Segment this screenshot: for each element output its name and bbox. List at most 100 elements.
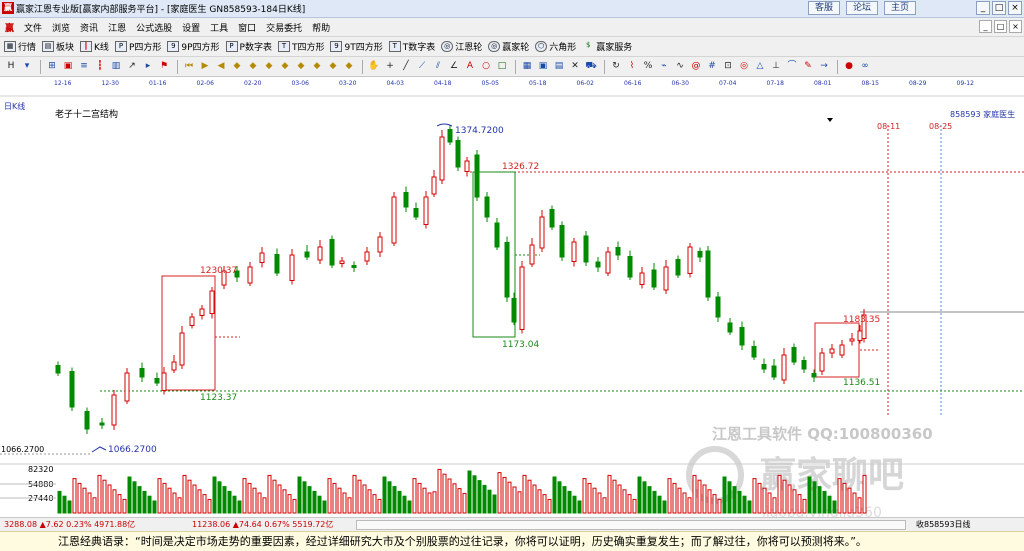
tool-gann-wheel[interactable]: ◎ 江恩轮 xyxy=(441,40,482,53)
measure-icon[interactable]: ⊥ xyxy=(769,60,783,74)
tool-p-square[interactable]: P P四方形 xyxy=(114,40,161,53)
tool-t-table[interactable]: T T数字表 xyxy=(388,40,435,53)
ray-icon[interactable]: → xyxy=(817,60,831,74)
pen-icon[interactable]: ✎ xyxy=(801,60,815,74)
link-home[interactable]: 主页 xyxy=(884,1,917,15)
menu-help[interactable]: 帮助 xyxy=(307,21,335,34)
volume-bar xyxy=(182,474,187,514)
tool-kline[interactable]: ┃ K线 xyxy=(80,40,109,53)
ellipse-icon[interactable]: ◎ xyxy=(737,60,751,74)
menu-trade[interactable]: 交易委托 xyxy=(261,21,307,34)
mark-tool-icon[interactable]: ▣ xyxy=(61,60,75,74)
chart-tool-icon[interactable]: ▥ xyxy=(109,60,123,74)
volume-bar xyxy=(267,474,272,514)
speed-icon[interactable]: ⌁ xyxy=(657,60,671,74)
date-tick: 09-12 xyxy=(957,80,975,87)
menu-tools[interactable]: 工具 xyxy=(205,21,233,34)
tool-label: K线 xyxy=(94,43,109,53)
circle-icon[interactable]: ○ xyxy=(479,60,493,74)
tool-sector[interactable]: ▤ 板块 xyxy=(42,40,74,53)
link-forum[interactable]: 论坛 xyxy=(846,1,879,15)
diamond-icon[interactable]: ◆ xyxy=(342,60,356,74)
bars-tool-icon[interactable]: ┇ xyxy=(93,60,107,74)
tool-hexagon[interactable]: ⬡ 六角形 xyxy=(535,40,576,53)
fan-icon[interactable]: ⟋ xyxy=(415,60,429,74)
volume-bar xyxy=(327,478,332,514)
volume-bar xyxy=(497,472,502,514)
diamond-icon[interactable]: ◆ xyxy=(246,60,260,74)
chart-area[interactable]: 12-16 12-30 01-16 02-06 02-20 03-06 03-20 04-03… xyxy=(0,77,1024,521)
line-icon[interactable]: ╱ xyxy=(399,60,413,74)
menu-gann[interactable]: 江恩 xyxy=(103,21,131,34)
minimize-icon[interactable]: _ xyxy=(976,1,990,15)
tool-p-table[interactable]: P P数字表 xyxy=(225,40,272,53)
cycle-icon[interactable]: ↻ xyxy=(609,60,623,74)
box-icon[interactable]: ⊡ xyxy=(721,60,735,74)
save-icon[interactable]: ▣ xyxy=(536,60,550,74)
date-tick: 05-18 xyxy=(529,80,547,87)
mdi-restore-icon[interactable]: □ xyxy=(994,20,1007,33)
color-icon[interactable]: ● xyxy=(842,60,856,74)
first-icon[interactable]: ⏮ xyxy=(182,60,196,74)
text-icon[interactable]: A xyxy=(463,60,477,74)
expand-icon[interactable]: ▸ xyxy=(141,60,155,74)
diamond-icon[interactable]: ◆ xyxy=(294,60,308,74)
menu-window[interactable]: 窗口 xyxy=(233,21,261,34)
back-icon[interactable]: ◀ xyxy=(214,60,228,74)
tool-winner-wheel[interactable]: ◎ 赢家轮 xyxy=(488,40,529,53)
mdi-close-icon[interactable]: × xyxy=(1009,20,1022,33)
date-tick: 02-20 xyxy=(244,80,262,87)
link-service[interactable]: 客服 xyxy=(808,1,841,15)
diamond-icon[interactable]: ◆ xyxy=(278,60,292,74)
tri-icon[interactable]: △ xyxy=(753,60,767,74)
tool-label: 六角形 xyxy=(549,43,577,53)
sz-index[interactable]: 11238.06 ▲74.64 0.67% 5519.72亿 xyxy=(192,519,333,530)
truck-icon[interactable]: ⛟ xyxy=(584,60,598,74)
tool-9t-square[interactable]: 9 9T四方形 xyxy=(330,40,383,53)
tool-service[interactable]: $ 赢家服务 xyxy=(582,40,632,53)
mdi-minimize-icon[interactable]: _ xyxy=(979,20,992,33)
gann-grid-icon[interactable]: # xyxy=(705,60,719,74)
fib-icon[interactable]: ⌇ xyxy=(625,60,639,74)
grid-tool-icon[interactable]: ⊞ xyxy=(45,60,59,74)
channel-icon[interactable]: ⫽ xyxy=(431,60,445,74)
table-icon[interactable]: ▦ xyxy=(520,60,534,74)
wave-icon[interactable]: ∿ xyxy=(673,60,687,74)
dropdown-icon[interactable]: ▾ xyxy=(20,60,34,74)
menu-file[interactable]: 文件 xyxy=(19,21,47,34)
cursor-tool-icon[interactable]: H xyxy=(4,60,18,74)
angle-icon[interactable]: ∠ xyxy=(447,60,461,74)
arrow-tool-icon[interactable]: ↗ xyxy=(125,60,139,74)
lines-tool-icon[interactable]: ≡ xyxy=(77,60,91,74)
tool-9p-square[interactable]: 9 9P四方形 xyxy=(167,40,220,53)
menu-browse[interactable]: 浏览 xyxy=(47,21,75,34)
diamond-icon[interactable]: ◆ xyxy=(310,60,324,74)
crosshair-icon[interactable]: + xyxy=(383,60,397,74)
play-icon[interactable]: ▶ xyxy=(198,60,212,74)
percent-icon[interactable]: % xyxy=(641,60,655,74)
volume-bar xyxy=(102,479,107,514)
spiral-icon[interactable]: @ xyxy=(689,60,703,74)
maximize-icon[interactable]: □ xyxy=(992,1,1006,15)
diamond-icon[interactable]: ◆ xyxy=(230,60,244,74)
horizontal-scrollbar[interactable] xyxy=(356,520,906,530)
sh-index[interactable]: 3288.08 ▲7.62 0.23% 4971.88亿 xyxy=(4,519,135,530)
menu-news[interactable]: 资讯 xyxy=(75,21,103,34)
volume-bar xyxy=(602,497,607,514)
tool-quotes[interactable]: ▦ 行情 xyxy=(4,40,36,53)
diamond-icon[interactable]: ◆ xyxy=(326,60,340,74)
close-icon[interactable]: × xyxy=(1008,1,1022,15)
menu-settings[interactable]: 设置 xyxy=(177,21,205,34)
layout-icon[interactable]: ▤ xyxy=(552,60,566,74)
hand-icon[interactable]: ✋ xyxy=(367,60,381,74)
diamond-icon[interactable]: ◆ xyxy=(262,60,276,74)
menu-app-icon[interactable]: 赢 xyxy=(0,21,19,34)
candle xyxy=(615,247,621,256)
tool-t-square[interactable]: T T四方形 xyxy=(277,40,324,53)
delete-icon[interactable]: ✕ xyxy=(568,60,582,74)
flag-icon[interactable]: ⚑ xyxy=(157,60,171,74)
arc-icon[interactable]: ⌒ xyxy=(785,60,799,74)
menu-formula[interactable]: 公式选股 xyxy=(131,21,177,34)
infinity-icon[interactable]: ∞ xyxy=(858,60,872,74)
square-icon[interactable]: □ xyxy=(495,60,509,74)
